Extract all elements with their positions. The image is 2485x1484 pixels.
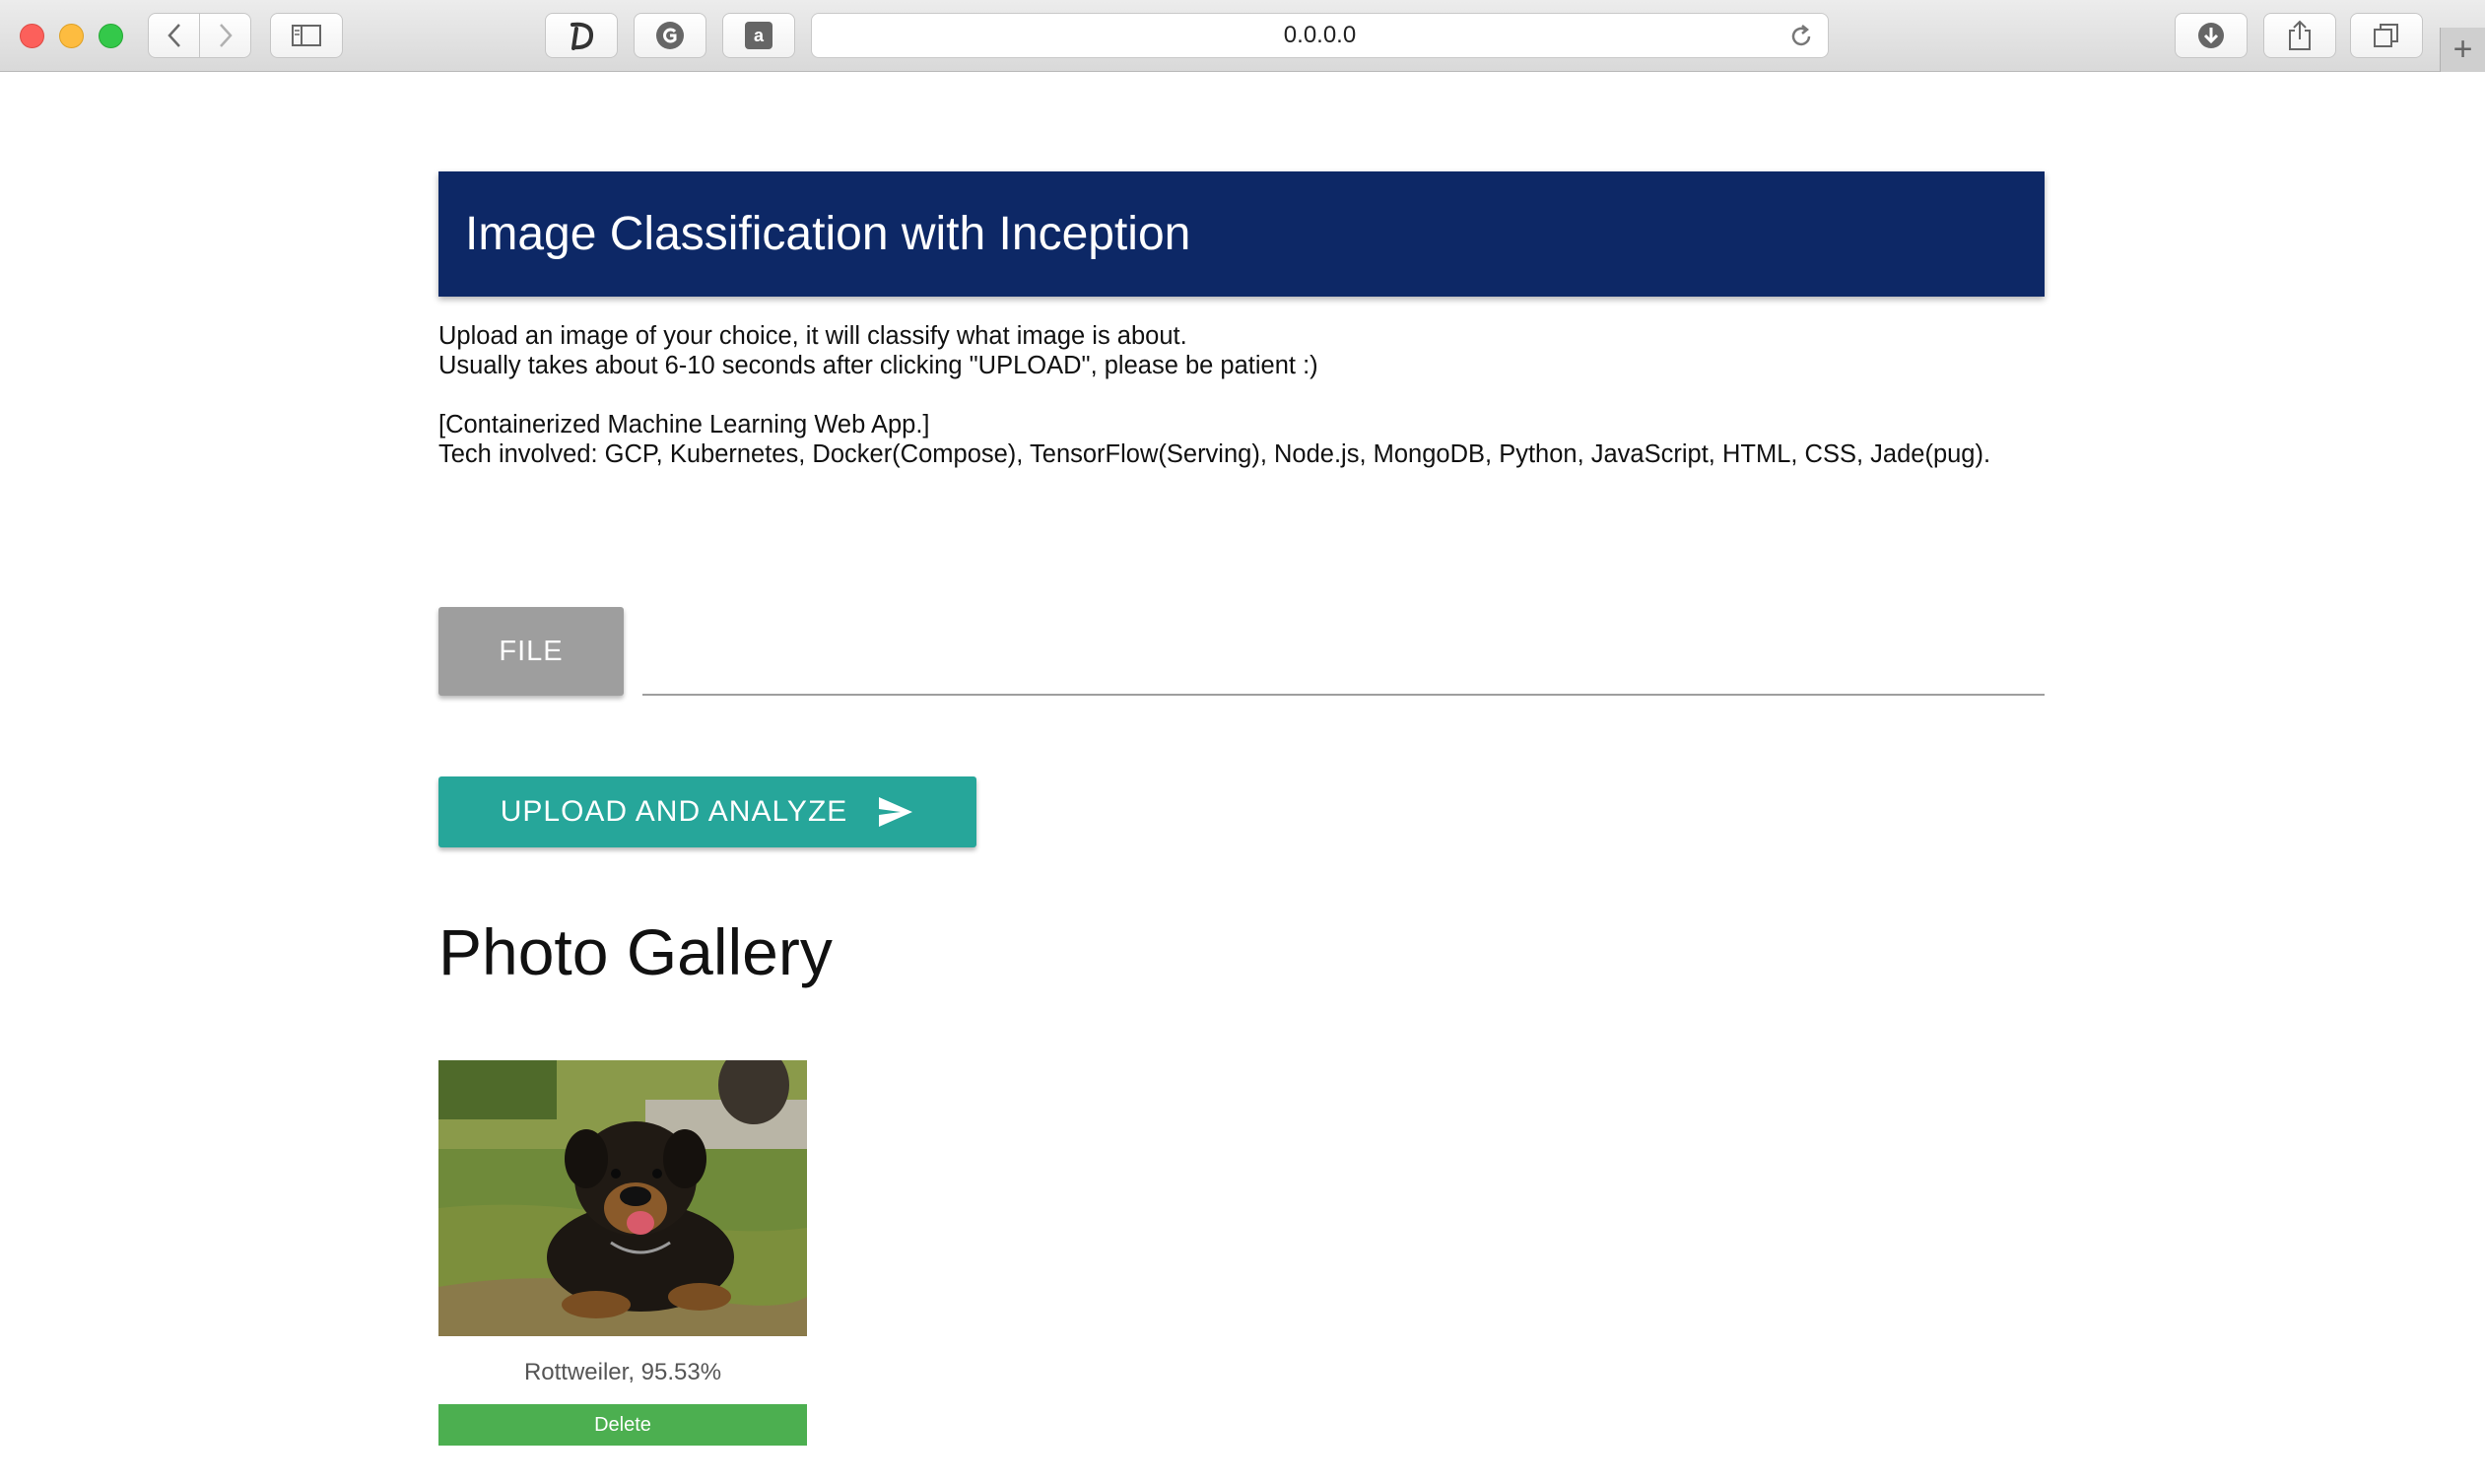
window-close-button[interactable] bbox=[20, 24, 44, 48]
downloads-button[interactable] bbox=[2175, 13, 2248, 58]
dashlane-extension-button[interactable] bbox=[545, 13, 618, 58]
description-line: Tech involved: GCP, Kubernetes, Docker(C… bbox=[438, 440, 1991, 468]
address-bar[interactable]: 0.0.0.0 bbox=[811, 13, 1829, 58]
gallery-photo bbox=[438, 1060, 807, 1336]
amazon-icon: a bbox=[745, 22, 772, 49]
upload-button-label: UPLOAD AND ANALYZE bbox=[500, 795, 848, 828]
file-select-button[interactable]: FILE bbox=[438, 607, 624, 696]
tab-overview-button[interactable] bbox=[2350, 13, 2423, 58]
grammarly-icon bbox=[656, 22, 684, 49]
gallery-title: Photo Gallery bbox=[438, 915, 833, 988]
description-line: Usually takes about 6-10 seconds after c… bbox=[438, 352, 1318, 379]
new-tab-button[interactable]: + bbox=[2440, 28, 2485, 72]
description-line: Upload an image of your choice, it will … bbox=[438, 322, 1187, 350]
send-icon bbox=[879, 797, 913, 827]
chevron-left-icon bbox=[167, 24, 180, 47]
plus-icon: + bbox=[2452, 31, 2473, 68]
prediction-caption: Rottweiler, 95.53% bbox=[523, 1359, 722, 1385]
svg-text:a: a bbox=[754, 26, 765, 45]
delete-button[interactable]: Delete bbox=[438, 1404, 807, 1446]
description: Upload an image of your choice, it will … bbox=[438, 321, 2114, 469]
url-text: 0.0.0.0 bbox=[1283, 22, 1357, 48]
amazon-extension-button[interactable]: a bbox=[722, 13, 795, 58]
window-maximize-button[interactable] bbox=[99, 24, 123, 48]
download-icon bbox=[2198, 23, 2224, 48]
window-minimize-button[interactable] bbox=[59, 24, 84, 48]
share-icon bbox=[2289, 20, 2311, 50]
description-line: [Containerized Machine Learning Web App.… bbox=[438, 411, 930, 438]
file-path-input[interactable] bbox=[642, 631, 2045, 696]
browser-toolbar: a 0.0.0.0 + bbox=[0, 0, 2485, 72]
history-nav bbox=[148, 13, 251, 58]
back-button[interactable] bbox=[149, 14, 199, 57]
share-button[interactable] bbox=[2263, 13, 2336, 58]
grammarly-extension-button[interactable] bbox=[634, 13, 706, 58]
dashlane-icon bbox=[571, 22, 594, 50]
sidebar-toggle-button[interactable] bbox=[270, 13, 343, 58]
forward-button[interactable] bbox=[199, 14, 250, 57]
app-header: Image Classification with Inception bbox=[438, 171, 2045, 297]
reload-icon[interactable] bbox=[1786, 22, 1816, 51]
sidebar-icon bbox=[292, 25, 321, 46]
page-title: Image Classification with Inception bbox=[465, 208, 1191, 260]
chevron-right-icon bbox=[219, 24, 233, 47]
tabs-icon bbox=[2374, 24, 2398, 47]
gallery-item: Rottweiler, 95.53% Delete bbox=[438, 1060, 807, 1446]
upload-and-analyze-button[interactable]: UPLOAD AND ANALYZE bbox=[438, 776, 976, 847]
